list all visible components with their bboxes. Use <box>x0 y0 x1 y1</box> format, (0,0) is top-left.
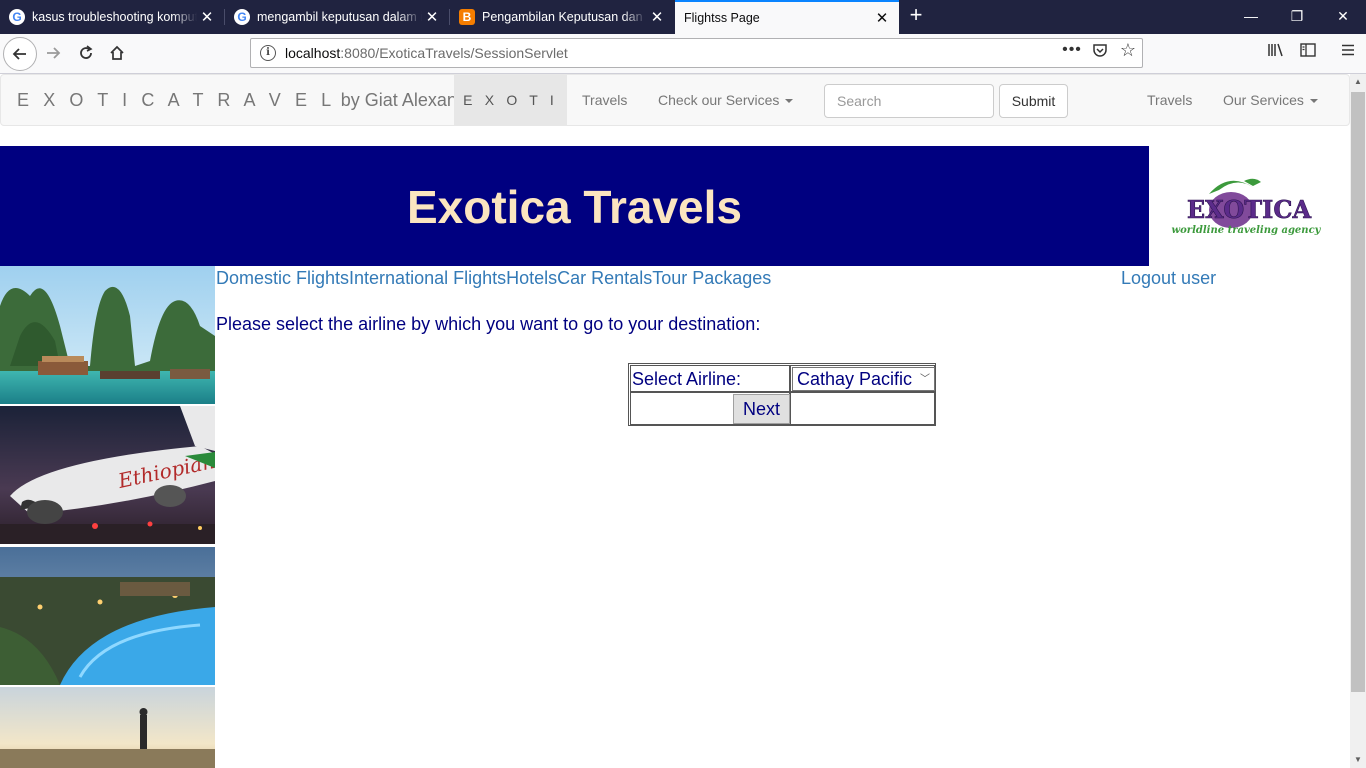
minimize-icon[interactable]: — <box>1228 0 1274 34</box>
submit-button[interactable]: Submit <box>999 84 1068 118</box>
forward-arrow-icon <box>47 47 61 59</box>
home-icon <box>110 45 124 60</box>
search-input[interactable] <box>824 84 994 118</box>
resort-scene <box>0 547 215 685</box>
tab-title: kasus troubleshooting komputer <box>32 10 197 24</box>
url-host: localhost <box>285 45 341 61</box>
close-tab-icon[interactable]: ✕ <box>647 8 667 26</box>
browser-tab-3[interactable]: B Pengambilan Keputusan dan Pemecahan ✕ <box>450 0 674 34</box>
tab-title: Pengambilan Keputusan dan Pemecahan <box>482 10 647 24</box>
airline-select[interactable]: Cathay Pacific ﹀ <box>792 367 935 391</box>
airplane-scene: Ethiopian <box>0 406 215 544</box>
restore-icon[interactable]: ❐ <box>1274 0 1320 34</box>
logo-main-text: EXOTICA <box>1187 195 1312 224</box>
blogger-favicon-icon: B <box>459 9 475 25</box>
url-path: :8080/ExoticaTravels/SessionServlet <box>340 45 568 61</box>
browser-tab-2[interactable]: G mengambil keputusan dalam it ✕ <box>225 0 449 34</box>
pocket-glyph <box>1093 44 1107 57</box>
caret-down-icon <box>785 99 794 104</box>
home-button[interactable] <box>106 42 128 64</box>
bay-scene <box>0 266 215 404</box>
nav-services-dropdown[interactable]: Check our Services <box>658 75 794 126</box>
traveler-scene <box>0 687 215 768</box>
browser-toolbar: i localhost:8080/ExoticaTravels/SessionS… <box>0 34 1366 74</box>
logout-link[interactable]: Logout user <box>1121 268 1216 289</box>
sidebar-image-airplane: Ethiopian <box>0 406 215 544</box>
window-close-icon[interactable]: ✕ <box>1320 0 1366 34</box>
nav-our-services-dropdown[interactable]: Our Services <box>1223 75 1318 126</box>
exotica-logo: EXOTICA worldline traveling agency <box>1149 146 1350 266</box>
link-hotels[interactable]: Hotels <box>506 268 557 288</box>
site-navbar: E X O T I C A T R A V E L by Giat Alexan… <box>0 74 1350 159</box>
brand-spaced-text: E X O T I C A T R A V E L <box>17 90 336 110</box>
link-domestic-flights[interactable]: Domestic Flights <box>216 268 349 288</box>
library-glyph <box>1268 43 1283 57</box>
site-info-icon[interactable]: i <box>260 45 276 61</box>
select-airline-label: Select Airline: <box>630 365 790 392</box>
pocket-icon[interactable] <box>1090 41 1110 59</box>
logo-graphic: EXOTICA worldline traveling agency <box>1172 178 1322 236</box>
logo-subtitle: worldline traveling agency <box>1172 225 1322 236</box>
reload-icon <box>80 45 93 59</box>
next-cell: Next <box>630 392 790 425</box>
new-tab-icon[interactable]: + <box>904 4 928 28</box>
browser-tab-bar: G kasus troubleshooting komputer ✕ G men… <box>0 0 1366 34</box>
link-international-flights[interactable]: International Flights <box>349 268 506 288</box>
sidebar-image-halong-bay <box>0 266 215 404</box>
forward-button[interactable] <box>42 42 64 64</box>
close-tab-icon[interactable]: ✕ <box>872 9 892 27</box>
link-tour-packages[interactable]: Tour Packages <box>652 268 771 288</box>
sidebar-glyph <box>1300 43 1316 57</box>
scroll-down-icon[interactable]: ▼ <box>1350 752 1366 768</box>
back-button[interactable] <box>3 37 37 71</box>
select-cell: Cathay Pacific ﹀ <box>790 365 935 392</box>
next-button[interactable]: Next <box>733 394 790 424</box>
airline-select-value: Cathay Pacific <box>797 369 913 389</box>
page-actions-icon[interactable]: ••• <box>1062 41 1082 59</box>
tab-title: Flightss Page <box>684 11 760 25</box>
nav-right-travels[interactable]: Travels <box>1147 75 1192 126</box>
google-favicon-icon: G <box>9 9 25 25</box>
nav-travels[interactable]: Travels <box>582 75 627 126</box>
sidebar-image-traveler <box>0 687 215 768</box>
airline-form-table: Select Airline: Cathay Pacific ﹀ Next <box>628 363 936 426</box>
empty-cell <box>790 392 935 425</box>
scroll-up-icon[interactable]: ▲ <box>1350 74 1366 90</box>
sidebar-image-resort-pool <box>0 547 215 685</box>
chevron-down-icon: ﹀ <box>920 374 930 385</box>
close-tab-icon[interactable]: ✕ <box>422 8 442 26</box>
address-bar[interactable]: i localhost:8080/ExoticaTravels/SessionS… <box>250 38 1143 68</box>
hamburger-glyph <box>1342 44 1354 56</box>
tab-title: mengambil keputusan dalam it <box>257 10 422 24</box>
airline-prompt: Please select the airline by which you w… <box>216 314 761 334</box>
browser-tab-active[interactable]: Flightss Page ✕ <box>675 0 899 34</box>
link-car-rentals[interactable]: Car Rentals <box>557 268 652 288</box>
caret-down-icon <box>1309 99 1318 104</box>
browser-tab-1[interactable]: G kasus troubleshooting komputer ✕ <box>0 0 224 34</box>
page-viewport: E X O T I C A T R A V E L by Giat Alexan… <box>0 74 1350 768</box>
banner: Exotica Travels <box>0 146 1149 266</box>
nav-our-services-label: Our Services <box>1223 92 1304 108</box>
nav-services-label: Check our Services <box>658 92 780 108</box>
menu-icon[interactable] <box>1338 41 1358 59</box>
scrollbar-thumb[interactable] <box>1351 92 1365 692</box>
bookmark-star-icon[interactable]: ☆ <box>1118 40 1138 60</box>
google-favicon-icon: G <box>234 9 250 25</box>
close-tab-icon[interactable]: ✕ <box>197 8 217 26</box>
nav-exotica-active[interactable]: E X O T I C A <box>454 75 567 159</box>
service-links: Domestic FlightsInternational FlightsHot… <box>216 268 771 289</box>
sidebar-toggle-icon[interactable] <box>1298 41 1318 59</box>
banner-title: Exotica Travels <box>407 181 742 233</box>
library-icon[interactable] <box>1266 41 1286 59</box>
back-arrow-icon <box>12 48 26 60</box>
reload-button[interactable] <box>75 42 97 64</box>
page-scrollbar[interactable]: ▲ ▼ <box>1350 74 1366 768</box>
